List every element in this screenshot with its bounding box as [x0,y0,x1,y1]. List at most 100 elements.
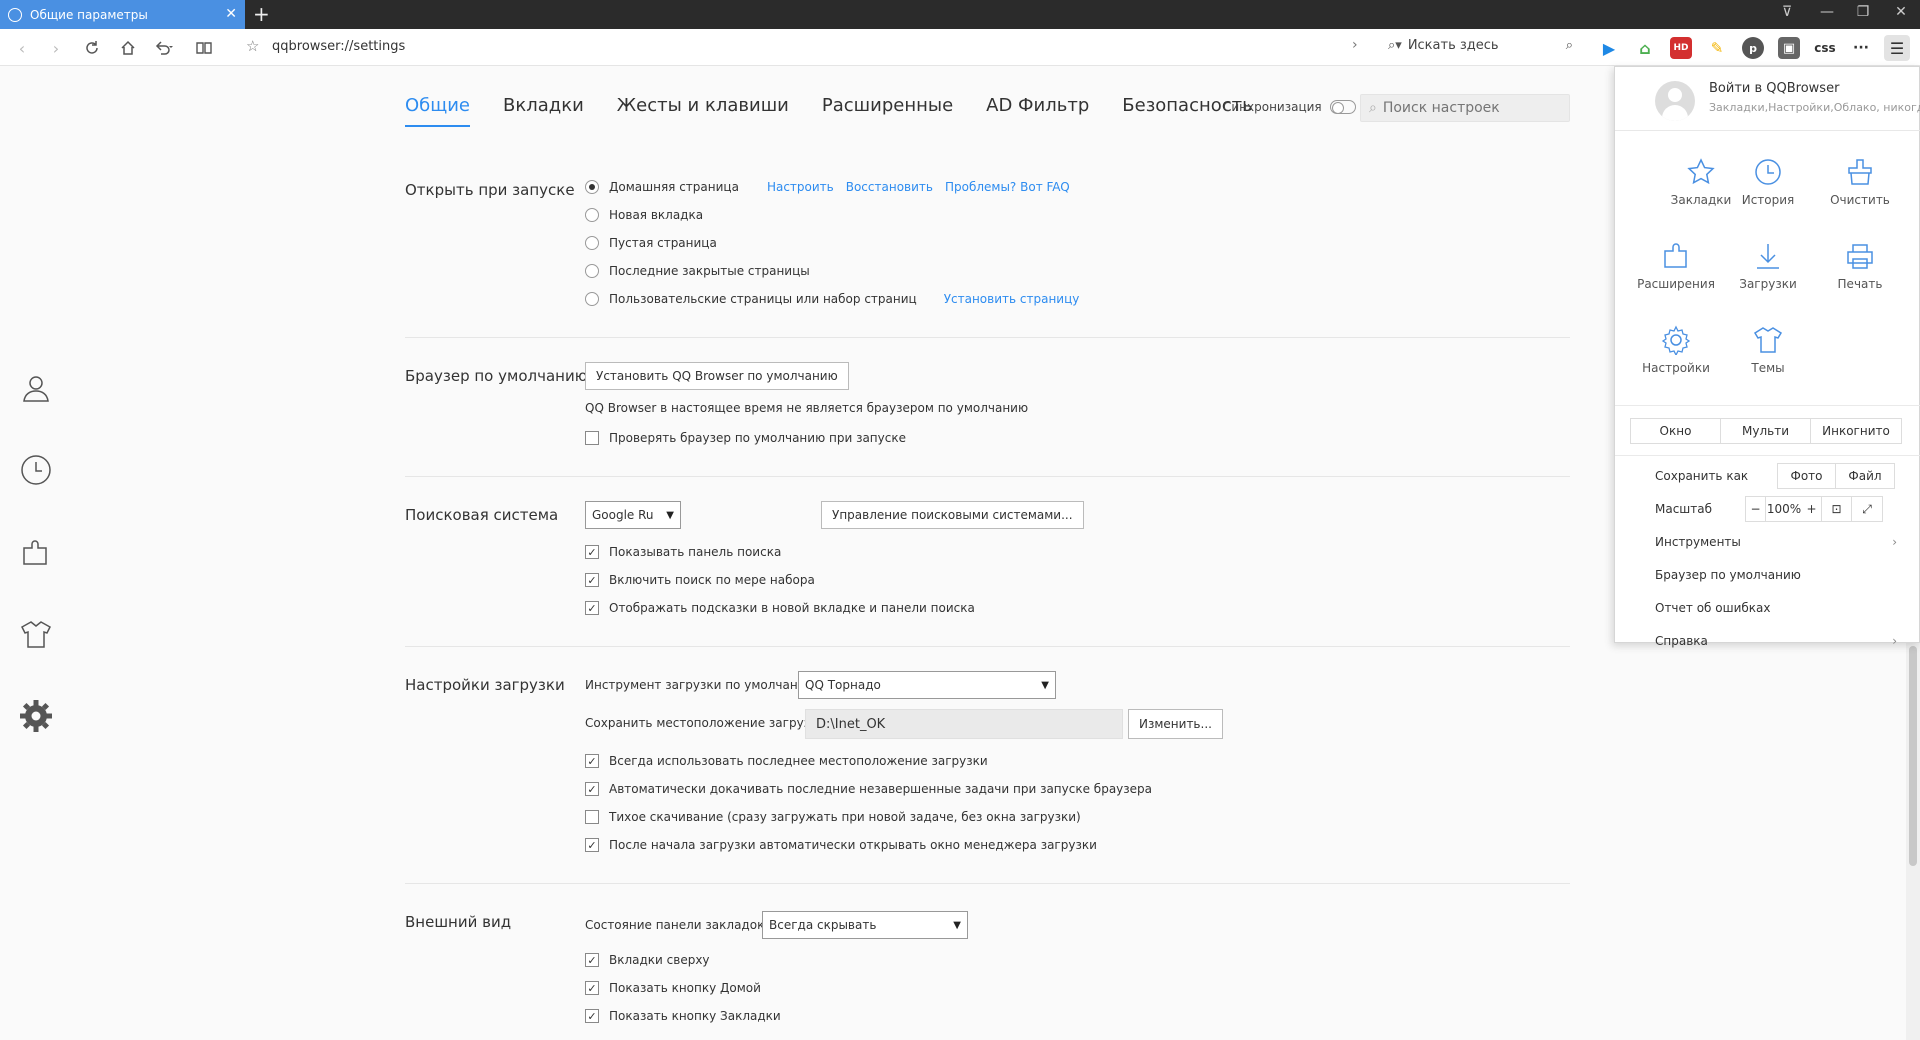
image-icon[interactable]: ▣ [1778,37,1800,59]
tab-tabs[interactable]: Вкладки [503,95,584,127]
menu-downloads[interactable]: Загрузки [1722,241,1814,291]
window-mode-incognito[interactable]: Инкогнито [1811,419,1901,443]
reading-mode-icon[interactable] [192,36,216,60]
more-icon[interactable]: ··· [1850,37,1872,59]
download-option-row[interactable]: ✓ После начала загрузки автоматически от… [585,838,1097,852]
radio-last-closed[interactable] [585,264,599,278]
search-engine-select[interactable]: Google Ru ▼ [585,501,681,529]
tab-ad-filter[interactable]: AD Фильтр [986,95,1089,127]
bookmark-star-icon[interactable]: ☆ [246,37,259,55]
menu-item-help[interactable]: Справка [1655,628,1920,654]
appearance-option-checkbox[interactable]: ✓ [585,981,599,995]
extensions-icon[interactable] [18,534,54,570]
p-icon[interactable]: p [1742,37,1764,59]
window-mode-normal[interactable]: Окно [1631,419,1721,443]
toolbar-search[interactable]: ⌕▾ Искать здесь ⌕ [1388,38,1573,53]
check-default-checkbox[interactable] [585,431,599,445]
bookmarks-bar-select[interactable]: Всегда скрывать ▼ [762,911,968,939]
brush-icon[interactable]: ✎ [1706,37,1728,59]
settings-search-input[interactable] [1382,100,1553,116]
close-tab-icon[interactable]: ✕ [225,6,237,22]
restore-link[interactable]: Восстановить [846,180,933,194]
close-window-icon[interactable]: ✕ [1886,4,1916,20]
radio-home[interactable] [585,180,599,194]
search-go-icon[interactable]: ⌕ [1566,38,1573,53]
download-tool-select[interactable]: QQ Торнадо ▼ [798,671,1056,699]
startup-option-1[interactable]: Новая вкладка [585,208,703,222]
appearance-option-checkbox[interactable]: ✓ [585,953,599,967]
download-option-checkbox[interactable]: ✓ [585,782,599,796]
change-location-button[interactable]: Изменить... [1128,709,1223,739]
save-file-button[interactable]: Файл [1836,464,1894,488]
fullscreen-icon[interactable]: ⤢ [1852,497,1882,521]
search-option-row[interactable]: ✓ Отображать подсказки в новой вкладке и… [585,601,975,615]
themes-icon[interactable] [18,616,54,652]
menu-history[interactable]: История [1722,157,1814,207]
download-option-row[interactable]: ✓ Всегда использовать последнее местопол… [585,754,988,768]
new-tab-icon[interactable]: + [253,2,270,26]
appearance-option-row[interactable]: ✓ Показать кнопку Домой [585,981,761,995]
zoom-out-button[interactable]: − [1746,497,1766,521]
menu-item-default-browser[interactable]: Браузер по умолчанию [1655,562,1920,588]
avatar[interactable] [1655,81,1695,121]
search-option-checkbox[interactable]: ✓ [585,573,599,587]
download-option-row[interactable]: ✓ Автоматически докачивать последние нез… [585,782,1152,796]
faq-link[interactable]: Проблемы? Вот FAQ [945,180,1070,194]
tab-gestures[interactable]: Жесты и клавиши [617,95,789,127]
css-extension-icon[interactable]: css [1814,37,1836,59]
shirt-skin-icon[interactable]: ⊽ [1772,4,1802,20]
user-icon[interactable] [18,370,54,406]
menu-item-tools[interactable]: Инструменты [1655,529,1920,555]
appearance-option-row[interactable]: ✓ Вкладки сверху [585,953,710,967]
tab-general[interactable]: Общие [405,95,470,127]
radio-new-tab[interactable] [585,208,599,222]
zoom-in-button[interactable]: + [1802,497,1822,521]
lock-icon[interactable]: ⊡ [1822,497,1852,521]
radio-blank[interactable] [585,236,599,250]
reload-icon[interactable] [80,36,104,60]
menu-item-error-report[interactable]: Отчет об ошибках [1655,595,1920,621]
house-icon[interactable]: ⌂ [1634,37,1656,59]
home-icon[interactable] [116,36,140,60]
radio-custom-pages[interactable] [585,292,599,306]
forward-icon[interactable]: › [44,36,68,60]
settings-gear-icon[interactable] [18,698,54,734]
menu-clear[interactable]: Очистить [1814,157,1906,207]
chevron-right-icon[interactable]: › [1352,37,1358,53]
restore-icon[interactable]: ❐ [1848,4,1878,20]
download-option-checkbox[interactable]: ✓ [585,838,599,852]
download-option-checkbox[interactable] [585,810,599,824]
download-location-field[interactable]: D:\Inet_OK [805,709,1123,739]
undo-icon[interactable] [152,36,176,60]
scrollbar-thumb[interactable] [1909,646,1917,866]
manage-search-engines-button[interactable]: Управление поисковыми системами... [821,501,1084,529]
save-photo-button[interactable]: Фото [1778,464,1836,488]
search-option-row[interactable]: ✓ Показывать панель поиска [585,545,781,559]
profile-header[interactable]: Войти в QQBrowser Закладки,Настройки,Обл… [1615,67,1920,131]
browser-tab[interactable]: Общие параметры ✕ [0,0,245,29]
set-page-link[interactable]: Установить страницу [944,292,1080,306]
startup-option-2[interactable]: Пустая страница [585,236,717,250]
minimize-icon[interactable]: — [1812,4,1842,20]
set-default-browser-button[interactable]: Установить QQ Browser по умолчанию [585,362,849,390]
play-icon[interactable]: ▶ [1598,37,1620,59]
history-icon[interactable] [18,452,54,488]
tab-advanced[interactable]: Расширенные [822,95,953,127]
search-option-checkbox[interactable]: ✓ [585,601,599,615]
menu-themes[interactable]: Темы [1722,325,1814,375]
check-default-row[interactable]: Проверять браузер по умолчанию при запус… [585,431,906,445]
main-menu-icon[interactable]: ☰ [1884,35,1910,61]
search-option-checkbox[interactable]: ✓ [585,545,599,559]
sync-toggle[interactable] [1329,100,1356,114]
back-icon[interactable]: ‹ [10,36,34,60]
appearance-option-row[interactable]: ✓ Показать кнопку Закладки [585,1009,781,1023]
menu-extensions[interactable]: Расширения [1630,241,1722,291]
download-option-checkbox[interactable]: ✓ [585,754,599,768]
appearance-option-checkbox[interactable]: ✓ [585,1009,599,1023]
startup-option-4[interactable]: Пользовательские страницы или набор стра… [585,292,1079,306]
login-link[interactable]: Войти в QQBrowser [1709,81,1839,96]
settings-search[interactable]: ⌕ [1360,94,1570,122]
startup-option-3[interactable]: Последние закрытые страницы [585,264,810,278]
download-option-row[interactable]: Тихое скачивание (сразу загружать при но… [585,810,1081,824]
menu-settings[interactable]: Настройки [1630,325,1722,375]
